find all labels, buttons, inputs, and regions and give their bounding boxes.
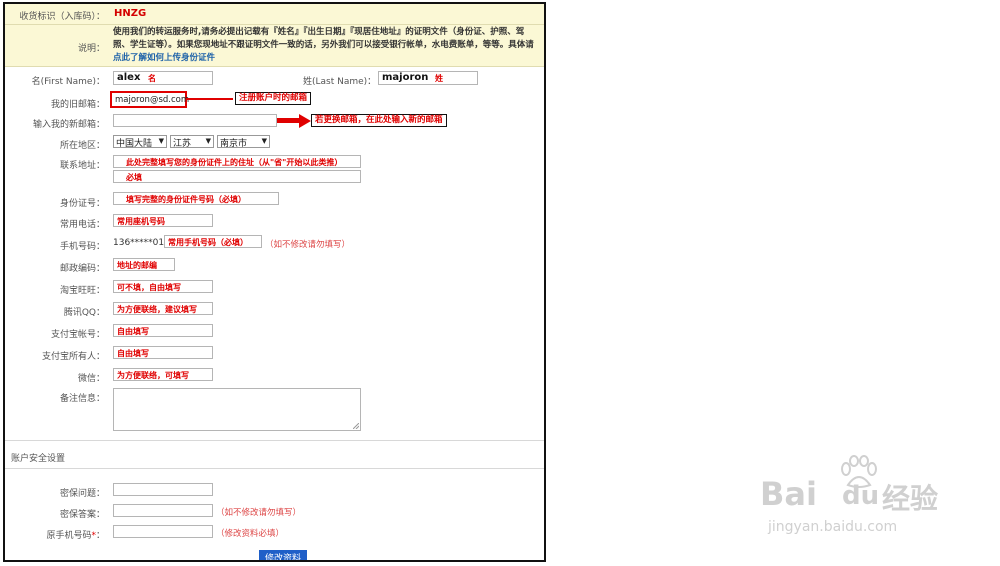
wechat-hint: 为方便联络，可填写 [117,371,189,380]
chevron-down-icon: ▼ [158,137,164,145]
orig-mobile-label-text: 原手机号码 [46,531,92,541]
question-input[interactable] [113,483,213,496]
old-email-connector [187,98,233,100]
old-email-value: majoron@sd.com [115,95,190,105]
mobile-input[interactable]: 常用手机号码（必填） [164,235,262,248]
orig-mobile-note: （修改资料必填） [216,529,285,539]
chevron-down-icon: ▼ [261,137,267,145]
province-select[interactable]: 江苏 ▼ [170,135,214,149]
new-email-callout: 若更换邮箱，在此处输入新的邮箱 [311,114,447,127]
address-line2-input[interactable]: 必填 [113,170,361,183]
answer-note: （如不修改请勿填写） [216,508,302,518]
tag-row: 收货标识（入库码）： HNZG [5,4,544,25]
address-line2-hint: 必填 [126,173,142,182]
remark-label: 备注信息： [59,394,105,404]
mobile-masked: 136*****010 [113,238,170,248]
last-name-label: 姓(Last Name)： [303,77,377,87]
city-value: 南京市 [220,139,248,149]
region-label: 所在地区： [59,141,105,151]
orig-mobile-input[interactable] [113,525,213,538]
city-select[interactable]: 南京市 ▼ [217,135,270,149]
id-label: 身份证号： [59,199,105,209]
alipay-owner-label: 支付宝所有人： [41,352,105,362]
answer-label: 密保答案： [59,510,105,520]
last-name-input[interactable]: majoron 姓 [378,71,478,85]
section-divider-bottom [5,468,544,469]
answer-input[interactable] [113,504,213,517]
alipay-label: 支付宝帐号： [50,330,105,340]
mobile-label: 手机号码： [59,242,105,252]
postal-hint: 地址的邮编 [117,261,157,270]
country-select[interactable]: 中国大陆 ▼ [113,135,167,149]
last-name-value: majoron [382,72,429,83]
question-label: 密保问题： [59,489,105,499]
phone-input[interactable]: 常用座机号码 [113,214,213,227]
postal-label: 邮政编码： [59,264,105,274]
wangwang-hint: 可不填，自由填写 [117,283,181,292]
country-value: 中国大陆 [116,139,153,149]
first-name-hint: 名 [148,74,156,83]
tag-label: 收货标识（入库码）： [19,12,105,22]
mobile-hint: 常用手机号码（必填） [168,238,248,247]
address-label: 联系地址： [59,161,105,171]
watermark-du-icon: du [842,481,880,511]
watermark-brand: Bai [760,475,817,513]
resize-handle-icon[interactable] [353,423,359,429]
form-frame: 收货标识（入库码）： HNZG 说明： 使用我们的转运服务时,请务必提出记载有『… [3,2,546,562]
new-email-input[interactable] [113,114,277,127]
security-section-title: 账户安全设置 [11,454,66,464]
alipay-owner-hint: 自由填写 [117,349,149,358]
phone-hint: 常用座机号码 [117,217,165,226]
id-hint: 填写完整的身份证件号码（必填） [126,195,246,204]
last-name-hint: 姓 [435,74,443,83]
tag-value: HNZG [114,8,147,19]
qq-hint: 为方便联络，建议填写 [117,305,197,314]
old-email-label: 我的旧邮箱： [50,100,105,110]
alipay-owner-input[interactable]: 自由填写 [113,346,213,359]
alipay-input[interactable]: 自由填写 [113,324,213,337]
wechat-label: 微信： [77,374,105,384]
qq-label: 腾讯QQ： [63,308,105,318]
phone-label: 常用电话： [59,220,105,230]
first-name-input[interactable]: alex 名 [113,71,213,85]
remark-textarea[interactable] [113,388,361,431]
orig-mobile-label-colon: ： [95,531,105,541]
wechat-input[interactable]: 为方便联络，可填写 [113,368,213,381]
province-value: 江苏 [173,139,192,149]
submit-button[interactable]: 修改资料 [259,550,307,560]
upload-id-link[interactable]: 点此了解如何上传身份证件 [113,53,215,63]
alipay-hint: 自由填写 [117,327,149,336]
mobile-note: （如不修改请勿填写） [265,240,351,250]
section-divider [5,440,544,441]
wangwang-input[interactable]: 可不填，自由填写 [113,280,213,293]
chevron-down-icon: ▼ [205,137,211,145]
new-email-label: 输入我的新邮箱： [32,120,105,130]
wangwang-label: 淘宝旺旺： [59,286,105,296]
note-text: 使用我们的转运服务时,请务必提出记载有『姓名』『出生日期』『现居住地址』的证明文… [113,27,534,50]
arrow-right-icon [277,114,311,128]
watermark: Bai du 经验 jingyan.baidu.com [760,455,980,545]
watermark-tail: 经验 [882,482,939,515]
note-text-block: 使用我们的转运服务时,请务必提出记载有『姓名』『出生日期』『现居住地址』的证明文… [113,26,538,65]
watermark-url: jingyan.baidu.com [768,519,898,535]
old-email-input[interactable]: majoron@sd.com [110,91,190,108]
note-label: 说明： [77,44,105,54]
id-input[interactable]: 填写完整的身份证件号码（必填） [113,192,279,205]
first-name-label: 名(First Name)： [31,77,105,87]
old-email-callout: 注册账户时的邮箱 [235,92,312,105]
postal-input[interactable]: 地址的邮编 [113,258,175,271]
qq-input[interactable]: 为方便联络，建议填写 [113,302,213,315]
address-line1-hint: 此处完整填写您的身份证件上的住址（从"省"开始以此类推） [126,158,343,167]
first-name-value: alex [117,72,141,83]
orig-mobile-label: 原手机号码*： [5,528,105,541]
address-line1-input[interactable]: 此处完整填写您的身份证件上的住址（从"省"开始以此类推） [113,155,361,168]
